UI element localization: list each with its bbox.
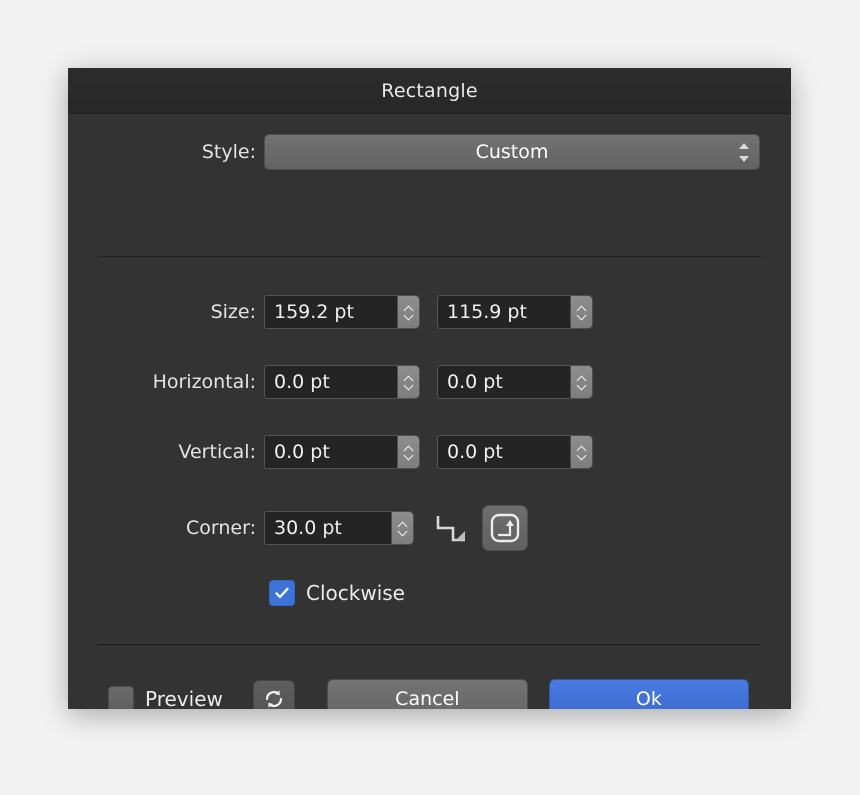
corner-stepper[interactable]	[391, 511, 414, 545]
horizontal-second-input[interactable]: 0.0 pt	[437, 365, 570, 399]
popup-arrows-icon	[739, 135, 749, 169]
clockwise-checkbox[interactable]	[269, 580, 295, 606]
rounded-corner-icon	[490, 513, 520, 543]
style-value: Custom	[475, 141, 549, 163]
corner-style-options	[428, 505, 528, 551]
chevron-down-icon	[398, 529, 407, 534]
dialog-titlebar: Rectangle	[68, 68, 791, 114]
vertical-second-stepper[interactable]	[570, 435, 593, 469]
chevron-down-icon	[404, 313, 413, 318]
vertical-first-input[interactable]: 0.0 pt	[264, 435, 397, 469]
horizontal-row: Horizontal: 0.0 pt 0.0 pt	[68, 365, 791, 399]
corner-label: Corner:	[186, 517, 256, 539]
horizontal-label: Horizontal:	[152, 371, 256, 393]
cancel-button-label: Cancel	[395, 688, 460, 709]
chevron-down-icon	[577, 453, 586, 458]
horizontal-first-input[interactable]: 0.0 pt	[264, 365, 397, 399]
check-icon	[275, 587, 289, 599]
horizontal-second-group: 0.0 pt	[437, 365, 593, 399]
chevron-down-icon	[404, 453, 413, 458]
horizontal-second-stepper[interactable]	[570, 365, 593, 399]
triangle-up-icon	[739, 142, 749, 149]
step-corner-icon	[436, 516, 465, 542]
corner-style-step-button[interactable]	[428, 505, 474, 551]
vertical-first-group: 0.0 pt	[264, 435, 420, 469]
divider-bottom	[98, 644, 761, 647]
clockwise-row: Clockwise	[68, 580, 791, 606]
corner-row: Corner: 30.0 pt	[68, 505, 791, 551]
style-row: Style: Custom	[68, 134, 791, 170]
vertical-label: Vertical:	[178, 441, 256, 463]
corner-input[interactable]: 30.0 pt	[264, 511, 391, 545]
vertical-second-group: 0.0 pt	[437, 435, 593, 469]
divider-top	[98, 256, 761, 259]
size-width-stepper[interactable]	[397, 295, 420, 329]
vertical-row: Vertical: 0.0 pt 0.0 pt	[68, 435, 791, 469]
clockwise-checkbox-row[interactable]: Clockwise	[269, 580, 405, 606]
horizontal-first-stepper[interactable]	[397, 365, 420, 399]
vertical-first-stepper[interactable]	[397, 435, 420, 469]
chevron-down-icon	[577, 383, 586, 388]
size-width-input[interactable]: 159.2 pt	[264, 295, 397, 329]
preview-checkbox-row[interactable]: Preview	[108, 686, 223, 709]
preview-label: Preview	[145, 687, 223, 709]
dialog-title: Rectangle	[381, 79, 478, 102]
size-row: Size: 159.2 pt 115.9 pt	[68, 295, 791, 329]
ok-button-label: Ok	[635, 688, 662, 709]
clockwise-label: Clockwise	[306, 581, 405, 605]
chevron-down-icon	[404, 383, 413, 388]
corner-group: 30.0 pt	[264, 511, 414, 545]
dialog-body: Style: Custom Size: 159.2 pt 115.9 pt Ho…	[68, 114, 791, 709]
cancel-button[interactable]: Cancel	[326, 679, 528, 709]
vertical-second-input[interactable]: 0.0 pt	[437, 435, 570, 469]
triangle-down-icon	[739, 155, 749, 162]
footer-row: Preview Cancel Ok	[68, 679, 791, 709]
refresh-icon	[265, 690, 282, 708]
chevron-down-icon	[577, 313, 586, 318]
size-label: Size:	[210, 301, 256, 323]
rectangle-dialog: Rectangle Style: Custom Size: 159.2 pt 1…	[68, 68, 791, 709]
refresh-button[interactable]	[252, 680, 295, 709]
size-height-stepper[interactable]	[570, 295, 593, 329]
style-label: Style:	[201, 141, 256, 163]
size-width-group: 159.2 pt	[264, 295, 420, 329]
ok-button[interactable]: Ok	[548, 679, 749, 709]
corner-style-rounded-button[interactable]	[482, 505, 528, 551]
size-height-input[interactable]: 115.9 pt	[437, 295, 570, 329]
style-popup-button[interactable]: Custom	[264, 134, 760, 170]
size-height-group: 115.9 pt	[437, 295, 593, 329]
horizontal-first-group: 0.0 pt	[264, 365, 420, 399]
preview-checkbox[interactable]	[108, 686, 134, 709]
